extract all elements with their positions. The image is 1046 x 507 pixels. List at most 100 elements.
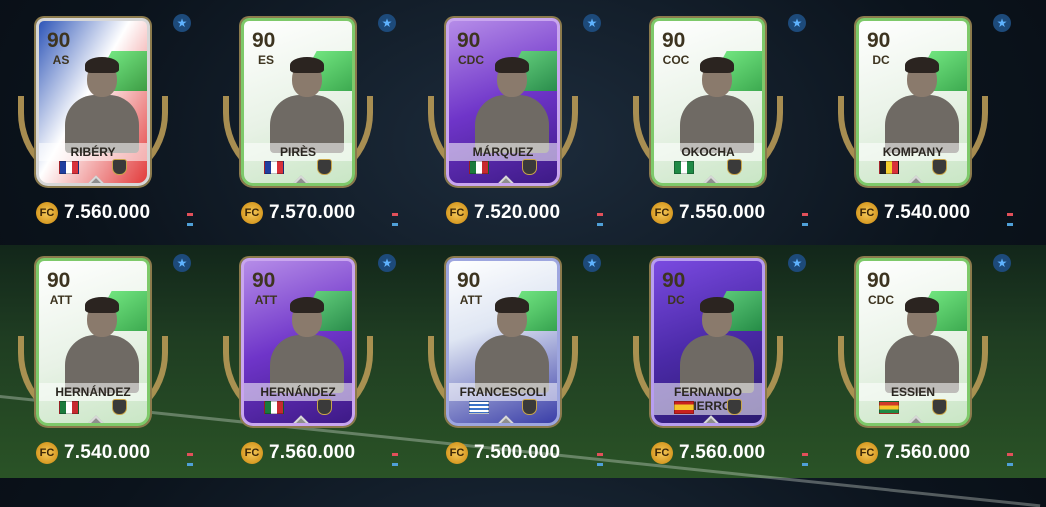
club-badge-icon bbox=[522, 159, 537, 175]
star-icon[interactable]: ★ bbox=[378, 254, 396, 272]
price-row: FC 7.570.000 bbox=[241, 200, 355, 226]
card-position: ATT bbox=[49, 293, 73, 307]
price-trend-up-indicator bbox=[597, 213, 603, 216]
price-row: FC 7.560.000 bbox=[36, 200, 150, 226]
card-rating: 90 bbox=[867, 29, 891, 52]
price-trend-up-indicator bbox=[597, 453, 603, 456]
player-card[interactable]: 90 COC OKOCHA bbox=[651, 18, 765, 186]
player-portrait bbox=[266, 297, 348, 393]
player-portrait bbox=[471, 297, 553, 393]
player-card-cell[interactable]: ★ 90 AS RIBÉRY FC 7.560.000 bbox=[0, 4, 205, 238]
card-gem-icon bbox=[83, 415, 109, 423]
player-portrait bbox=[61, 57, 143, 153]
card-gem-icon bbox=[698, 175, 724, 183]
club-badge-icon bbox=[317, 159, 332, 175]
card-gem-icon bbox=[83, 175, 109, 183]
coin-icon: FC bbox=[241, 202, 263, 224]
card-gem-icon bbox=[288, 175, 314, 183]
player-portrait bbox=[266, 57, 348, 153]
player-card-cell[interactable]: ★ 90 CDC MÁRQUEZ FC 7.520.000 bbox=[410, 4, 615, 238]
nation-flag-icon bbox=[879, 161, 899, 174]
star-icon[interactable]: ★ bbox=[788, 14, 806, 32]
player-card-cell[interactable]: ★ 90 COC OKOCHA FC 7.550.000 bbox=[615, 4, 820, 238]
player-hair bbox=[905, 57, 939, 73]
club-badge-icon bbox=[522, 399, 537, 415]
coin-icon: FC bbox=[651, 202, 673, 224]
card-gem-icon bbox=[698, 415, 724, 423]
price-value: 7.560.000 bbox=[269, 442, 356, 463]
star-icon[interactable]: ★ bbox=[173, 254, 191, 272]
card-gem-icon bbox=[493, 175, 519, 183]
star-icon[interactable]: ★ bbox=[993, 14, 1011, 32]
price-value: 7.560.000 bbox=[64, 202, 151, 223]
player-card-cell[interactable]: ★ 90 ATT FRANCESCOLI FC 7.500.000 bbox=[410, 244, 615, 478]
price-trend-up-indicator bbox=[1007, 213, 1013, 216]
club-badge-icon bbox=[932, 399, 947, 415]
player-card[interactable]: 90 ES PIRÈS bbox=[241, 18, 355, 186]
price-trend-up-indicator bbox=[187, 213, 193, 216]
price-trend-up-indicator bbox=[1007, 453, 1013, 456]
star-icon[interactable]: ★ bbox=[583, 14, 601, 32]
card-rating: 90 bbox=[662, 269, 686, 292]
player-card-cell[interactable]: ★ 90 DC KOMPANY FC 7.540.000 bbox=[820, 4, 1025, 238]
card-position: AS bbox=[52, 53, 70, 67]
player-card[interactable]: 90 CDC MÁRQUEZ bbox=[446, 18, 560, 186]
player-hair bbox=[85, 57, 119, 73]
player-card[interactable]: 90 DC KOMPANY bbox=[856, 18, 970, 186]
price-row: FC 7.540.000 bbox=[856, 200, 970, 226]
card-rating: 90 bbox=[47, 269, 71, 292]
card-position: DC bbox=[667, 293, 685, 307]
card-rating: 90 bbox=[457, 269, 481, 292]
price-row: FC 7.540.000 bbox=[36, 440, 150, 466]
player-portrait bbox=[471, 57, 553, 153]
card-rating: 90 bbox=[252, 269, 276, 292]
price-trend-down-indicator bbox=[1007, 463, 1013, 466]
player-name: RIBÉRY bbox=[39, 143, 147, 161]
star-icon[interactable]: ★ bbox=[788, 254, 806, 272]
player-hair bbox=[290, 297, 324, 313]
card-rating: 90 bbox=[47, 29, 71, 52]
nation-flag-icon bbox=[469, 401, 489, 414]
player-card[interactable]: 90 DC FERNANDO HIERRO bbox=[651, 258, 765, 426]
nation-flag-icon bbox=[469, 161, 489, 174]
club-badge-icon bbox=[317, 399, 332, 415]
price-trend-up-indicator bbox=[392, 213, 398, 216]
price-value: 7.500.000 bbox=[474, 442, 561, 463]
price-trend-down-indicator bbox=[597, 463, 603, 466]
player-hair bbox=[495, 297, 529, 313]
player-card-cell[interactable]: ★ 90 DC FERNANDO HIERRO FC 7.560.000 bbox=[615, 244, 820, 478]
coin-icon: FC bbox=[446, 202, 468, 224]
star-icon[interactable]: ★ bbox=[993, 254, 1011, 272]
price-trend-down-indicator bbox=[802, 223, 808, 226]
price-trend-down-indicator bbox=[392, 463, 398, 466]
club-badge-icon bbox=[727, 399, 742, 415]
card-gem-icon bbox=[288, 415, 314, 423]
player-hair bbox=[290, 57, 324, 73]
player-name: HERNÁNDEZ bbox=[39, 383, 147, 401]
player-card[interactable]: 90 ATT HERNÁNDEZ bbox=[241, 258, 355, 426]
player-portrait bbox=[61, 297, 143, 393]
player-card[interactable]: 90 CDC ESSIEN bbox=[856, 258, 970, 426]
player-hair bbox=[905, 297, 939, 313]
player-card[interactable]: 90 ATT HERNÁNDEZ bbox=[36, 258, 150, 426]
player-card-cell[interactable]: ★ 90 ES PIRÈS FC 7.570.000 bbox=[205, 4, 410, 238]
player-card[interactable]: 90 ATT FRANCESCOLI bbox=[446, 258, 560, 426]
player-card-cell[interactable]: ★ 90 ATT HERNÁNDEZ FC 7.560.000 bbox=[205, 244, 410, 478]
star-icon[interactable]: ★ bbox=[583, 254, 601, 272]
club-badge-icon bbox=[112, 159, 127, 175]
player-card-cell[interactable]: ★ 90 CDC ESSIEN FC 7.560.000 bbox=[820, 244, 1025, 478]
price-value: 7.560.000 bbox=[679, 442, 766, 463]
price-value: 7.550.000 bbox=[679, 202, 766, 223]
price-row: FC 7.550.000 bbox=[651, 200, 765, 226]
card-position: ATT bbox=[254, 293, 278, 307]
card-position: COC bbox=[662, 53, 690, 67]
player-portrait bbox=[881, 297, 963, 393]
price-trend-up-indicator bbox=[187, 453, 193, 456]
star-icon[interactable]: ★ bbox=[173, 14, 191, 32]
player-card-cell[interactable]: ★ 90 ATT HERNÁNDEZ FC 7.540.000 bbox=[0, 244, 205, 478]
player-card[interactable]: 90 AS RIBÉRY bbox=[36, 18, 150, 186]
price-value: 7.520.000 bbox=[474, 202, 561, 223]
price-row: FC 7.560.000 bbox=[651, 440, 765, 466]
star-icon[interactable]: ★ bbox=[378, 14, 396, 32]
player-name: PIRÈS bbox=[244, 143, 352, 161]
